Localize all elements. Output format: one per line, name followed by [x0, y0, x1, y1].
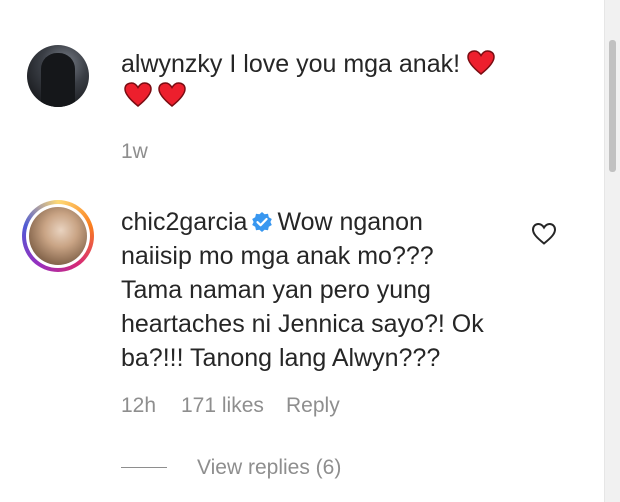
- comment-2-text-line-2: naiisip mo mga anak mo???: [121, 242, 434, 270]
- heart-outline-icon[interactable]: [531, 222, 557, 246]
- comment-2-reply-button[interactable]: Reply: [286, 394, 340, 418]
- red-heart-emoji-icon: [124, 82, 152, 107]
- comment-1-line-2: [124, 80, 186, 113]
- verified-badge-icon: [252, 212, 273, 232]
- avatar-ring-gap: [26, 204, 90, 268]
- comment-2-text-line-4: heartaches ni Jennica sayo?! Ok: [121, 310, 484, 338]
- comment-2-username[interactable]: chic2garcia: [121, 208, 247, 236]
- avatar-silhouette: [41, 53, 75, 107]
- comment-2-likes-count[interactable]: 171 likes: [181, 394, 264, 418]
- avatar-alwynzky[interactable]: [27, 45, 89, 107]
- comment-2-text-line-5: ba?!!! Tanong lang Alwyn???: [121, 344, 441, 372]
- view-replies-divider: [121, 467, 167, 468]
- view-replies-button[interactable]: View replies (6): [197, 456, 341, 480]
- comment-1-text: I love you mga anak!: [229, 50, 461, 78]
- avatar-chic2garcia[interactable]: [22, 200, 94, 272]
- comment-2-text-line-1: Wow nganon: [277, 208, 423, 236]
- comments-panel: alwynzky I love you mga anak! 1w chic2ga…: [0, 0, 620, 502]
- comment-1-username[interactable]: alwynzky: [121, 50, 222, 78]
- avatar-photo: [29, 207, 87, 265]
- comment-2-timestamp[interactable]: 12h: [121, 394, 156, 418]
- comment-1-timestamp[interactable]: 1w: [121, 140, 148, 164]
- comment-1-line-1: alwynzky I love you mga anak!: [121, 48, 495, 81]
- scrollbar-thumb[interactable]: [609, 40, 616, 172]
- comment-2-line-1: chic2garcia Wow nganon: [121, 206, 423, 239]
- comment-2-text-line-3: Tama naman yan pero yung: [121, 276, 431, 304]
- red-heart-emoji-icon: [158, 82, 186, 107]
- red-heart-emoji-icon: [467, 50, 495, 75]
